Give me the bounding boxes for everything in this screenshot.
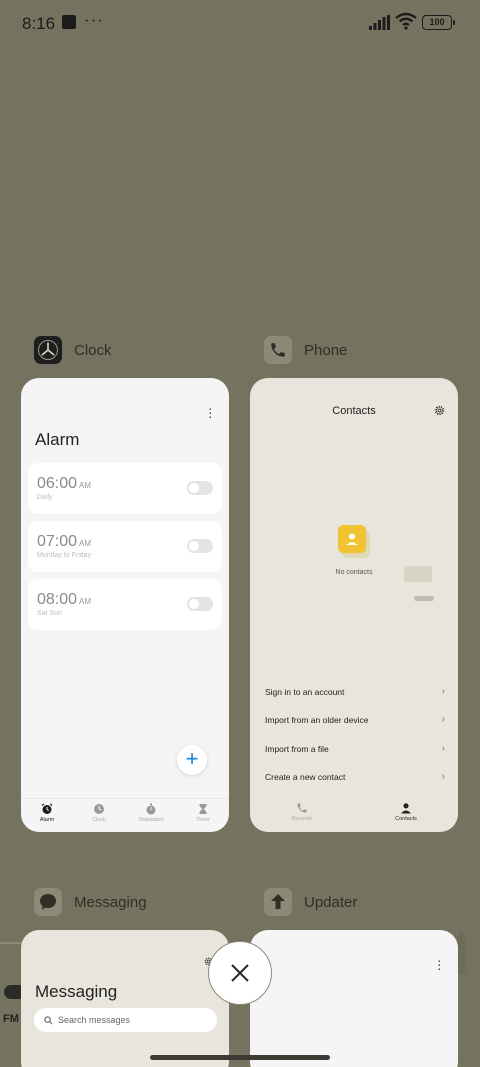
nav-label: Timer xyxy=(196,817,210,823)
messaging-title: Messaging xyxy=(35,982,118,1001)
alarm-time: 07:00 xyxy=(37,533,78,550)
alarm-icon xyxy=(41,803,53,814)
nav-label: Alarm xyxy=(39,817,55,823)
phone-bottom-nav: Recents Contacts xyxy=(250,798,458,832)
search-placeholder: Search messages xyxy=(58,1015,131,1025)
alarm-item: 07:00 AM Monday to Friday xyxy=(28,521,222,572)
menu-import-older-device: Import from an older device › xyxy=(265,714,445,725)
contact-person-icon xyxy=(338,525,366,553)
more-options-icon: · · · xyxy=(208,400,213,424)
clock-app-icon xyxy=(34,336,62,364)
nav-label: Stopwatch xyxy=(138,817,164,823)
alarm-repeat: Monday to Friday xyxy=(37,552,92,559)
background-edge xyxy=(458,932,466,974)
alarm-item: 06:00 AM Daily xyxy=(28,463,222,514)
search-icon xyxy=(44,1015,53,1024)
chevron-right-icon: › xyxy=(441,686,445,697)
recent-app-card-phone[interactable]: Contacts No contacts Sign in to an accou… xyxy=(250,378,458,832)
add-alarm-button: + xyxy=(177,745,207,775)
nav-item-timer: Timer xyxy=(177,799,229,832)
app-name-phone: Phone xyxy=(304,341,348,359)
chevron-right-icon: › xyxy=(441,743,445,754)
app-header-clock[interactable]: Clock xyxy=(34,336,112,364)
nav-item-clock: Clock xyxy=(73,799,125,832)
nav-label: Recents xyxy=(291,816,313,822)
recent-app-card-updater[interactable]: · · · xyxy=(250,930,458,1067)
app-name-messaging: Messaging xyxy=(74,893,147,911)
alarm-toggle xyxy=(187,597,213,611)
app-header-phone[interactable]: Phone xyxy=(264,336,347,364)
alarm-title: Alarm xyxy=(35,430,80,449)
search-messages-box: Search messages xyxy=(34,1008,217,1032)
alarm-ampm: AM xyxy=(79,481,92,490)
menu-create-contact: Create a new contact › xyxy=(265,771,445,782)
alarm-repeat: Daily xyxy=(37,494,53,501)
decorative-card-illustration xyxy=(404,566,432,582)
alarm-time: 06:00 xyxy=(37,475,78,492)
chevron-right-icon: › xyxy=(441,771,445,782)
contacts-title: Contacts xyxy=(332,405,376,417)
alarm-item: 08:00 AM Sat Sun xyxy=(28,579,222,630)
menu-label: Sign in to an account xyxy=(265,686,345,697)
alarm-ampm: AM xyxy=(79,597,92,606)
app-name-updater: Updater xyxy=(304,893,358,911)
phone-icon xyxy=(297,803,307,813)
person-icon xyxy=(401,803,411,814)
nav-label: Clock xyxy=(92,817,106,823)
background-fm-label: FM xyxy=(3,1013,19,1025)
menu-label: Import from a file xyxy=(265,743,329,754)
nav-item-alarm: Alarm xyxy=(21,799,73,832)
more-options-icon: · · · xyxy=(437,952,442,976)
app-header-updater[interactable]: Updater xyxy=(264,888,357,916)
clock-bottom-nav: Alarm Clock Stopwatch Timer xyxy=(21,798,229,832)
menu-sign-in-account: Sign in to an account › xyxy=(265,686,445,697)
more-notifications-icon: ··· xyxy=(84,10,104,29)
menu-import-file: Import from a file › xyxy=(265,743,445,754)
menu-label: Import from an older device xyxy=(265,714,369,725)
alarm-repeat: Sat Sun xyxy=(37,610,62,617)
signal-icon xyxy=(369,15,390,30)
alarm-time: 08:00 xyxy=(37,591,78,608)
wifi-icon xyxy=(395,12,417,30)
background-divider xyxy=(0,942,22,944)
messaging-app-icon xyxy=(34,888,62,916)
alarm-toggle xyxy=(187,539,213,553)
status-time: 8:16 xyxy=(22,14,56,33)
chevron-right-icon: › xyxy=(441,714,445,725)
status-bar: 8:16 ··· 100 xyxy=(0,0,480,46)
nav-item-recents: Recents xyxy=(250,798,354,832)
home-indicator[interactable] xyxy=(150,1055,330,1060)
clear-all-button[interactable] xyxy=(208,941,272,1005)
app-header-messaging[interactable]: Messaging xyxy=(34,888,147,916)
clock-icon xyxy=(94,804,104,814)
updater-app-icon xyxy=(264,888,292,916)
recent-app-card-messaging[interactable]: Messaging Search messages xyxy=(21,930,229,1067)
recent-app-card-clock[interactable]: · · · Alarm 06:00 AM Daily 07:00 AM Monday t… xyxy=(21,378,229,832)
battery-icon: 100 xyxy=(422,15,455,30)
app-name-clock: Clock xyxy=(74,341,112,359)
nav-item-stopwatch: Stopwatch xyxy=(125,799,177,832)
settings-gear-icon xyxy=(434,405,445,416)
hourglass-icon xyxy=(199,804,207,814)
nav-item-contacts: Contacts xyxy=(354,798,458,832)
phone-app-icon xyxy=(264,336,292,364)
menu-label: Create a new contact xyxy=(265,771,346,782)
stopwatch-icon xyxy=(146,803,156,815)
notification-square-icon xyxy=(62,15,76,29)
decorative-pill-illustration xyxy=(414,596,434,601)
nav-label: Contacts xyxy=(395,816,417,822)
alarm-ampm: AM xyxy=(79,539,92,548)
close-icon xyxy=(231,964,249,982)
alarm-toggle xyxy=(187,481,213,495)
